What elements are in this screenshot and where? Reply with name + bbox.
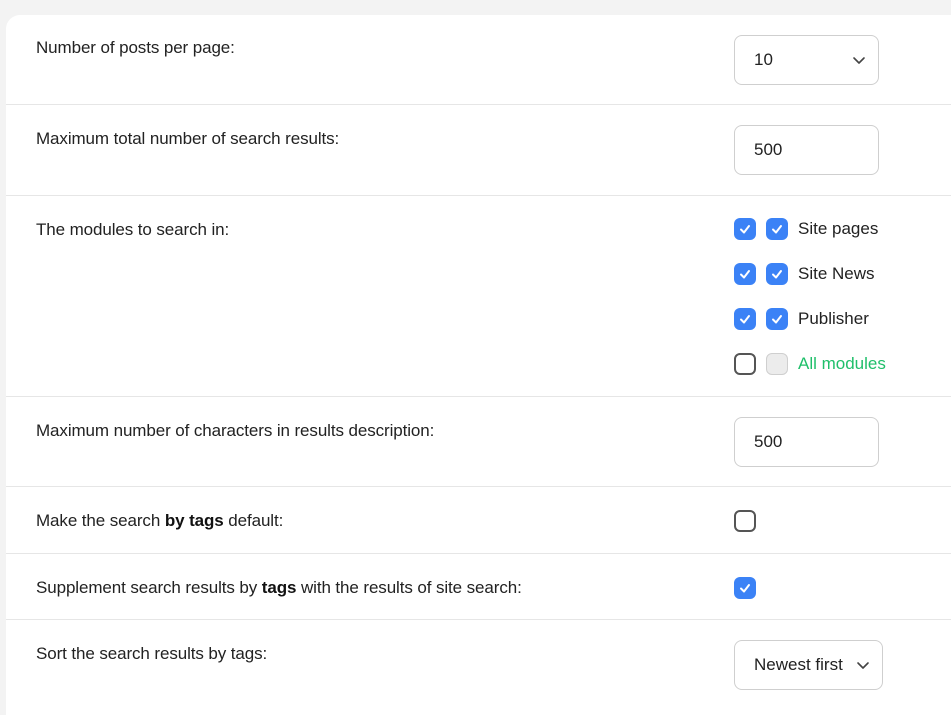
module-publisher-checkbox-2[interactable] — [766, 308, 788, 330]
row-supplement: Supplement search results by tags with t… — [6, 553, 951, 620]
module-site-news-checkbox-2[interactable] — [766, 263, 788, 285]
module-site-pages-checkbox-2[interactable] — [766, 218, 788, 240]
row-modules: The modules to search in: Site pages Sit… — [6, 195, 951, 397]
module-row-all: All modules — [734, 352, 886, 376]
max-results-value: 500 — [754, 140, 783, 159]
settings-panel: Number of posts per page: 10 Maximum tot… — [6, 15, 951, 715]
module-all-checkbox[interactable] — [734, 353, 756, 375]
row-posts-per-page: Number of posts per page: 10 — [6, 15, 951, 105]
check-icon — [772, 315, 782, 324]
module-row-site-news: Site News — [734, 262, 875, 286]
module-site-news-checkbox[interactable] — [734, 263, 756, 285]
check-icon — [740, 315, 750, 324]
module-site-news-label: Site News — [798, 264, 875, 283]
posts-per-page-value: 10 — [754, 50, 773, 69]
tags-default-label-bold: by tags — [164, 511, 224, 530]
row-max-results: Maximum total number of search results: … — [6, 104, 951, 196]
module-row-publisher: Publisher — [734, 307, 869, 331]
max-results-label: Maximum total number of search results: — [36, 129, 340, 148]
supplement-label-pre: Supplement search results by — [36, 578, 262, 597]
check-icon — [740, 225, 750, 234]
tags-default-checkbox[interactable] — [734, 510, 756, 532]
max-chars-label: Maximum number of characters in results … — [36, 421, 435, 440]
module-row-site-pages: Site pages — [734, 217, 878, 241]
sort-select[interactable]: Newest first — [734, 640, 883, 690]
module-site-pages-label: Site pages — [798, 219, 879, 238]
supplement-label: Supplement search results by tags with t… — [36, 578, 522, 598]
tags-default-label: Make the search by tags default: — [36, 511, 283, 531]
module-publisher-checkbox[interactable] — [734, 308, 756, 330]
module-publisher-label: Publisher — [798, 309, 869, 328]
sort-label: Sort the search results by tags: — [36, 644, 268, 663]
supplement-label-post: with the results of site search: — [296, 578, 522, 597]
supplement-checkbox[interactable] — [734, 577, 756, 599]
posts-per-page-select[interactable]: 10 — [734, 35, 879, 85]
all-modules-link[interactable]: All modules — [798, 354, 886, 374]
sort-value: Newest first — [754, 655, 843, 674]
row-tags-default: Make the search by tags default: — [6, 486, 951, 554]
check-icon — [740, 270, 750, 279]
row-sort: Sort the search results by tags: Newest … — [6, 619, 951, 715]
tags-default-label-post: default: — [223, 511, 284, 530]
posts-per-page-label: Number of posts per page: — [36, 38, 235, 57]
max-results-input[interactable]: 500 — [734, 125, 879, 175]
modules-label: The modules to search in: — [36, 220, 230, 239]
check-icon — [740, 584, 750, 593]
module-site-pages-checkbox[interactable] — [734, 218, 756, 240]
chevron-down-icon — [853, 57, 865, 64]
supplement-label-bold: tags — [261, 578, 297, 597]
module-all-checkbox-disabled — [766, 353, 788, 375]
max-chars-input[interactable]: 500 — [734, 417, 879, 467]
chevron-down-icon — [857, 662, 869, 669]
check-icon — [772, 225, 782, 234]
max-chars-value: 500 — [754, 432, 783, 451]
check-icon — [772, 270, 782, 279]
row-max-chars: Maximum number of characters in results … — [6, 396, 951, 487]
tags-default-label-pre: Make the search — [36, 511, 165, 530]
